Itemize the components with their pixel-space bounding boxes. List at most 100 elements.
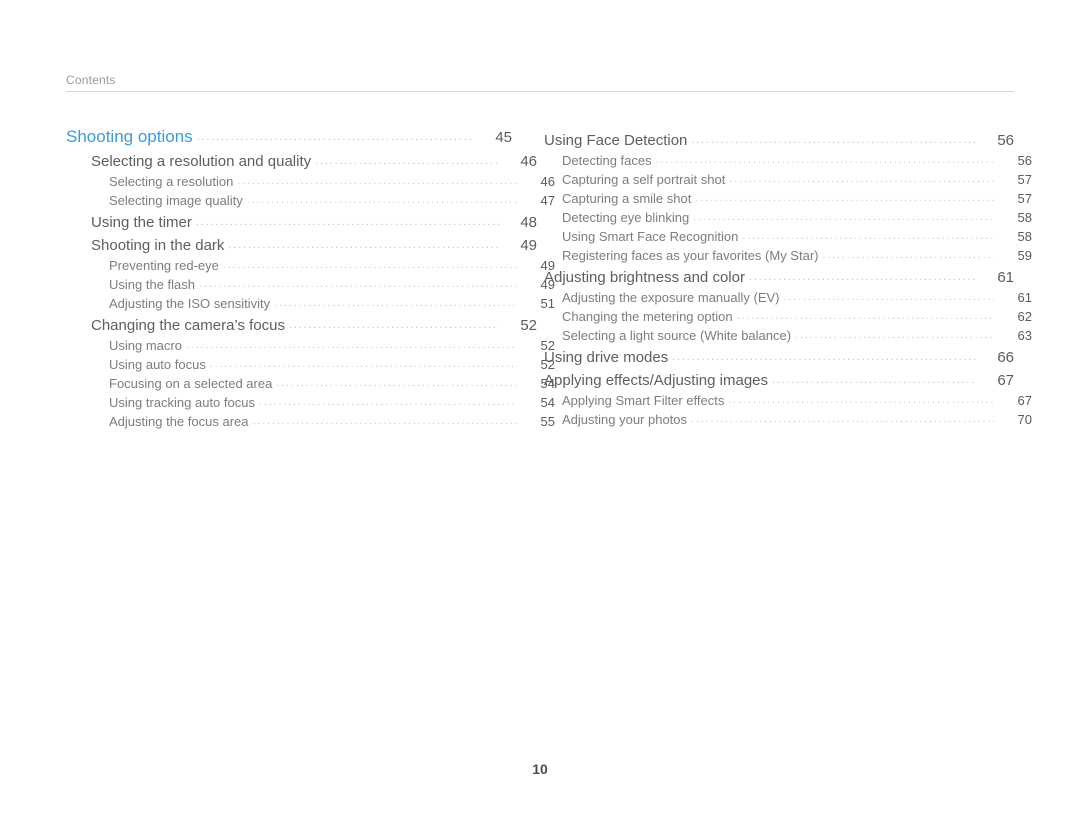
toc-entry[interactable]: Selecting a resolution and quality......…: [66, 149, 537, 172]
toc-column-left: Shooting options........................…: [0, 128, 555, 431]
toc-entry-page-number: 67: [997, 372, 1014, 389]
toc-leader-dots: ........................................…: [209, 359, 517, 370]
toc-entry-page-number: 63: [1017, 328, 1032, 343]
toc-leader-dots: ........................................…: [693, 212, 994, 223]
toc-columns: Shooting options........................…: [0, 128, 1080, 431]
toc-entry-title: Selecting image quality: [109, 193, 243, 208]
toc-leader-dots: ........................................…: [728, 395, 994, 406]
toc-entry[interactable]: Changing the camera’s focus.............…: [66, 313, 537, 336]
toc-entry-title: Adjusting the ISO sensitivity: [109, 296, 271, 311]
contents-page: Contents Shooting options...............…: [0, 0, 1080, 815]
toc-entry-page-number: 58: [1017, 229, 1032, 244]
toc-entry-title: Focusing on a selected area: [109, 376, 273, 391]
toc-entry-title: Shooting in the dark: [91, 237, 225, 254]
toc-leader-dots: ........................................…: [655, 155, 994, 166]
toc-entry[interactable]: Applying Smart Filter effects...........…: [544, 391, 1032, 410]
toc-leader-dots: ........................................…: [742, 231, 994, 242]
toc-entry[interactable]: Adjusting brightness and color..........…: [544, 265, 1014, 288]
toc-leader-dots: ........................................…: [748, 272, 976, 283]
toc-entry[interactable]: Selecting image quality.................…: [66, 191, 555, 210]
toc-entry[interactable]: Registering faces as your favorites (My …: [544, 246, 1032, 265]
toc-entry-title: Detecting faces: [562, 153, 652, 168]
toc-entry-title: Using the timer: [91, 214, 192, 231]
toc-entry-page-number: 66: [997, 349, 1014, 366]
toc-leader-dots: ........................................…: [228, 240, 499, 251]
toc-leader-dots: ........................................…: [222, 260, 517, 271]
toc-entry-title: Adjusting the focus area: [109, 414, 249, 429]
toc-entry[interactable]: Detecting eye blinking..................…: [544, 208, 1032, 227]
toc-leader-dots: ........................................…: [199, 279, 517, 290]
toc-leader-dots: ........................................…: [772, 375, 976, 386]
toc-entry[interactable]: Using macro.............................…: [66, 336, 555, 355]
toc-leader-dots: ........................................…: [672, 352, 976, 363]
toc-leader-dots: ........................................…: [246, 195, 517, 206]
toc-leader-dots: ........................................…: [695, 193, 994, 204]
toc-entry-title: Using macro: [109, 338, 182, 353]
toc-entry[interactable]: Changing the metering option............…: [544, 307, 1032, 326]
footer-page-number: 10: [532, 761, 548, 777]
toc-leader-dots: ........................................…: [274, 298, 517, 309]
toc-entry-page-number: 45: [495, 129, 512, 146]
toc-leader-dots: ........................................…: [258, 397, 517, 408]
toc-entry-title: Capturing a smile shot: [562, 191, 692, 206]
toc-entry[interactable]: Adjusting the focus area................…: [66, 412, 555, 431]
toc-entry-page-number: 56: [1017, 153, 1032, 168]
toc-entry[interactable]: Adjusting your photos...................…: [544, 410, 1032, 429]
toc-entry[interactable]: Shooting in the dark....................…: [66, 233, 537, 256]
toc-leader-dots: ........................................…: [195, 217, 499, 228]
toc-leader-dots: ........................................…: [795, 330, 994, 341]
toc-entry[interactable]: Detecting faces.........................…: [544, 151, 1032, 170]
toc-entry-title: Adjusting your photos: [562, 412, 688, 427]
toc-entry[interactable]: Capturing a smile shot..................…: [544, 189, 1032, 208]
toc-leader-dots: ........................................…: [691, 414, 994, 425]
toc-entry[interactable]: Applying effects/Adjusting images.......…: [544, 368, 1014, 391]
toc-entry-title: Detecting eye blinking: [562, 210, 690, 225]
toc-entry[interactable]: Adjusting the exposure manually (EV)....…: [544, 288, 1032, 307]
toc-entry[interactable]: Selecting a light source (White balance)…: [544, 326, 1032, 345]
toc-entry-title: Selecting a light source (White balance): [562, 328, 792, 343]
toc-entry[interactable]: Adjusting the ISO sensitivity...........…: [66, 294, 555, 313]
toc-entry-title: Changing the metering option: [562, 309, 733, 324]
toc-entry[interactable]: Using the flash.........................…: [66, 275, 555, 294]
toc-entry[interactable]: Using drive modes.......................…: [544, 345, 1014, 368]
toc-leader-dots: ........................................…: [196, 132, 474, 143]
toc-entry[interactable]: Using Smart Face Recognition............…: [544, 227, 1032, 246]
toc-leader-dots: ........................................…: [289, 320, 499, 331]
toc-entry[interactable]: Using Face Detection....................…: [544, 128, 1014, 151]
toc-entry-page-number: 57: [1017, 172, 1032, 187]
toc-entry[interactable]: Focusing on a selected area.............…: [66, 374, 555, 393]
toc-entry-page-number: 67: [1017, 393, 1032, 408]
toc-entry-page-number: 56: [997, 132, 1014, 149]
toc-column-right: Using Face Detection....................…: [530, 128, 1080, 431]
toc-leader-dots: ........................................…: [783, 292, 994, 303]
toc-entry[interactable]: Using the timer.........................…: [66, 210, 537, 233]
toc-leader-dots: ........................................…: [276, 378, 517, 389]
toc-entry-page-number: 59: [1017, 248, 1032, 263]
toc-entry[interactable]: Selecting a resolution..................…: [66, 172, 555, 191]
toc-leader-dots: ........................................…: [252, 416, 517, 427]
toc-leader-dots: ........................................…: [729, 174, 994, 185]
toc-entry-title: Using the flash: [109, 277, 195, 292]
toc-entry-title: Adjusting the exposure manually (EV): [562, 290, 780, 305]
toc-entry-title: Adjusting brightness and color: [544, 269, 745, 286]
toc-entry-page-number: 62: [1017, 309, 1032, 324]
toc-entry-title: Selecting a resolution and quality: [91, 153, 312, 170]
toc-leader-dots: ........................................…: [237, 176, 517, 187]
toc-entry[interactable]: Capturing a self portrait shot..........…: [544, 170, 1032, 189]
toc-entry[interactable]: Using tracking auto focus...............…: [66, 393, 555, 412]
toc-entry-title: Registering faces as your favorites (My …: [562, 248, 819, 263]
toc-leader-dots: ........................................…: [691, 135, 976, 146]
toc-entry-page-number: 57: [1017, 191, 1032, 206]
toc-entry[interactable]: Shooting options........................…: [66, 128, 512, 149]
toc-entry-title: Changing the camera’s focus: [91, 317, 286, 334]
toc-entry-title: Using Smart Face Recognition: [562, 229, 739, 244]
toc-entry-page-number: 61: [997, 269, 1014, 286]
toc-leader-dots: ........................................…: [736, 311, 994, 322]
toc-entry[interactable]: Preventing red-eye......................…: [66, 256, 555, 275]
page-header-label: Contents: [66, 73, 116, 87]
toc-entry-title: Using drive modes: [544, 349, 669, 366]
toc-entry-title: Using Face Detection: [544, 132, 688, 149]
toc-leader-dots: ........................................…: [822, 250, 994, 261]
header-divider: [66, 91, 1014, 92]
toc-entry[interactable]: Using auto focus........................…: [66, 355, 555, 374]
